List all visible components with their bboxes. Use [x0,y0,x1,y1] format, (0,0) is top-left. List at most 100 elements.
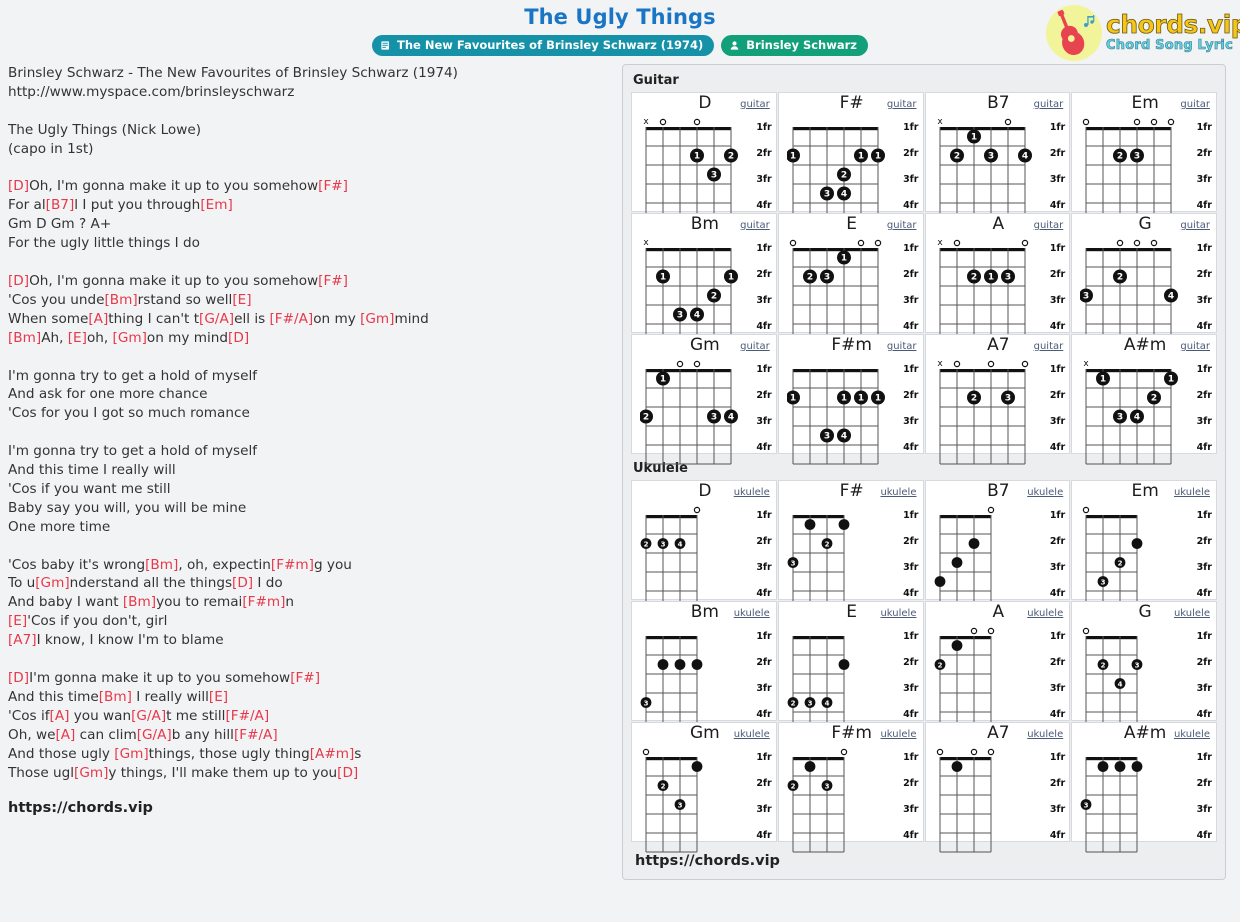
chord-card-fm[interactable]: F#m guitar 1 1 1 1 3 4 1fr 2fr 3fr 4fr [777,334,924,465]
chord-token[interactable]: [E] [68,330,87,346]
chord-token[interactable]: [F#] [318,273,348,289]
instrument-link[interactable]: ukulele [1027,729,1063,740]
chord-token[interactable]: [E] [8,613,27,629]
instrument-link[interactable]: ukulele [734,487,770,498]
instrument-link[interactable]: guitar [887,341,917,352]
chord-card-a7[interactable]: A7 ukulele 1fr 2fr 3fr 4fr [924,722,1071,853]
album-badge[interactable]: The New Favourites of Brinsley Schwarz (… [372,35,715,56]
chord-token[interactable]: [Bm] [145,557,178,573]
chord-token[interactable]: [A#m] [310,746,355,762]
chord-card-e[interactable]: Eguitar 1 2 3 1fr 2fr 3fr 4fr [777,213,924,344]
chord-token[interactable]: [F#] [318,178,348,194]
chord-token[interactable]: [F#m] [242,594,285,610]
chord-card-em[interactable]: Em ukulele 2 3 1fr 2fr 3fr 4fr [1071,480,1217,611]
chord-card-gm[interactable]: Gm ukulele 2 3 1fr 2fr 3fr 4fr [631,722,777,853]
svg-text:4: 4 [1134,413,1140,423]
chord-card-a[interactable]: Aguitar x 2 1 3 1fr 2fr 3fr 4fr [924,213,1071,344]
chord-token[interactable]: [Gm] [113,330,147,346]
instrument-link[interactable]: guitar [1034,99,1064,110]
chord-token[interactable]: [D] [8,273,29,289]
instrument-link[interactable]: ukulele [1027,608,1063,619]
fret-label: 1fr [1196,752,1212,764]
instrument-link[interactable]: guitar [740,341,770,352]
instrument-link[interactable]: ukulele [880,487,916,498]
chord-card-d[interactable]: Dukulele 2 3 4 1fr 2fr 3fr 4fr [631,480,777,611]
chord-card-em[interactable]: Em guitar 2 3 1fr 2fr 3fr 4fr [1071,92,1217,223]
chord-token[interactable]: [D] [337,765,358,781]
chord-token[interactable]: [Bm] [99,689,132,705]
chord-token[interactable]: [Bm] [123,594,156,610]
instrument-link[interactable]: ukulele [1174,729,1210,740]
chord-token[interactable]: [G/A] [199,311,234,327]
chord-card-bm[interactable]: Bm guitar x 1 1 2 3 4 1fr 2fr 3fr 4fr [631,213,777,344]
chord-card-gm[interactable]: Gm guitar 1 2 3 4 1fr 2fr 3fr 4fr [631,334,777,465]
chord-card-bm[interactable]: Bm ukulele 3 1fr 2fr 3fr 4fr [631,601,777,732]
instrument-link[interactable]: guitar [887,99,917,110]
chord-token[interactable]: [F#m] [271,557,314,573]
chord-card-a7[interactable]: A7 guitar x 2 3 1fr 2fr 3fr 4fr [924,334,1071,465]
instrument-link[interactable]: guitar [1180,341,1210,352]
chord-token[interactable]: [A] [55,727,75,743]
chord-card-fm[interactable]: F#m ukulele 2 3 1fr 2fr 3fr 4fr [777,722,924,853]
chord-token[interactable]: [B7] [46,197,75,213]
chord-token[interactable]: [Gm] [360,311,394,327]
instrument-link[interactable]: ukulele [880,608,916,619]
chord-token[interactable]: [G/A] [137,727,172,743]
chord-token[interactable]: [F#/A] [234,727,278,743]
chord-token[interactable]: [A] [50,708,70,724]
chord-token[interactable]: [F#/A] [270,311,314,327]
instrument-link[interactable]: ukulele [880,729,916,740]
svg-text:2: 2 [644,541,649,549]
instrument-link[interactable]: guitar [740,99,770,110]
chord-card-g[interactable]: Gguitar 2 3 4 1fr 2fr 3fr 4fr [1071,213,1217,344]
chord-token[interactable]: [Gm] [114,746,148,762]
chord-token[interactable]: [D] [228,330,249,346]
chord-token[interactable]: [Bm] [104,292,137,308]
artist-badge[interactable]: Brinsley Schwarz [721,35,868,56]
chord-card-am[interactable]: A#m guitar x 1 1 2 3 4 1fr 2fr 3fr 4fr [1071,334,1217,465]
svg-text:2: 2 [970,273,976,283]
chord-token[interactable]: [E] [209,689,228,705]
chord-token[interactable]: [G/A] [131,708,166,724]
svg-text:x: x [643,238,649,248]
lyrics-body: Brinsley Schwarz - The New Favourites of… [8,64,612,782]
chord-card-g[interactable]: Gukulele 2 3 4 1fr 2fr 3fr 4fr [1071,601,1217,732]
chord-token[interactable]: [D] [8,178,29,194]
fret-label: 2fr [903,148,919,160]
chord-token[interactable]: [F#/A] [225,708,269,724]
chord-token[interactable]: [E] [232,292,251,308]
chord-card-f[interactable]: F# ukulele 2 3 1fr 2fr 3fr 4fr [777,480,924,611]
chord-token[interactable]: [D] [232,575,253,591]
chord-card-a[interactable]: Aukulele 2 1fr 2fr 3fr 4fr [924,601,1071,732]
instrument-link[interactable]: ukulele [734,608,770,619]
chord-card-e[interactable]: Eukulele 2 3 4 1fr 2fr 3fr 4fr [777,601,924,732]
chord-token[interactable]: [Gm] [74,765,108,781]
chord-card-am[interactable]: A#m ukulele 3 1fr 2fr 3fr 4fr [1071,722,1217,853]
lyric-text: Ah, [41,329,68,346]
chord-card-b7[interactable]: B7 guitar x 1 2 3 4 1fr 2fr 3fr 4fr [924,92,1071,223]
instrument-link[interactable]: guitar [1180,220,1210,231]
chord-token[interactable]: [Bm] [8,330,41,346]
chord-token[interactable]: [Em] [200,197,232,213]
chord-card-b7[interactable]: B7 ukulele 1fr 2fr 3fr 4fr [924,480,1071,611]
instrument-link[interactable]: ukulele [1174,487,1210,498]
site-logo[interactable]: chords.vip Chord Song Lyric [1046,4,1240,62]
chord-token[interactable]: [Gm] [35,575,69,591]
instrument-link[interactable]: guitar [1034,220,1064,231]
chord-token[interactable]: [A] [88,311,108,327]
instrument-link[interactable]: ukulele [1027,487,1063,498]
chord-token[interactable]: [D] [8,670,29,686]
instrument-link[interactable]: guitar [1034,341,1064,352]
instrument-link[interactable]: ukulele [1174,608,1210,619]
chord-card-d[interactable]: Dguitar x 1 2 3 1fr 2fr 3fr 4fr [631,92,777,223]
instrument-link[interactable]: ukulele [734,729,770,740]
chord-token[interactable]: [A7] [8,632,37,648]
chord-card-f[interactable]: F# guitar 1 1 1 2 3 4 1fr 2fr 3fr 4fr [777,92,924,223]
svg-text:3: 3 [824,190,830,200]
instrument-link[interactable]: guitar [740,220,770,231]
instrument-link[interactable]: guitar [1180,99,1210,110]
fret-label: 1fr [903,364,919,376]
chord-token[interactable]: [F#] [290,670,320,686]
instrument-link[interactable]: guitar [887,220,917,231]
lyrics-footer-url[interactable]: https://chords.vip [8,800,612,816]
